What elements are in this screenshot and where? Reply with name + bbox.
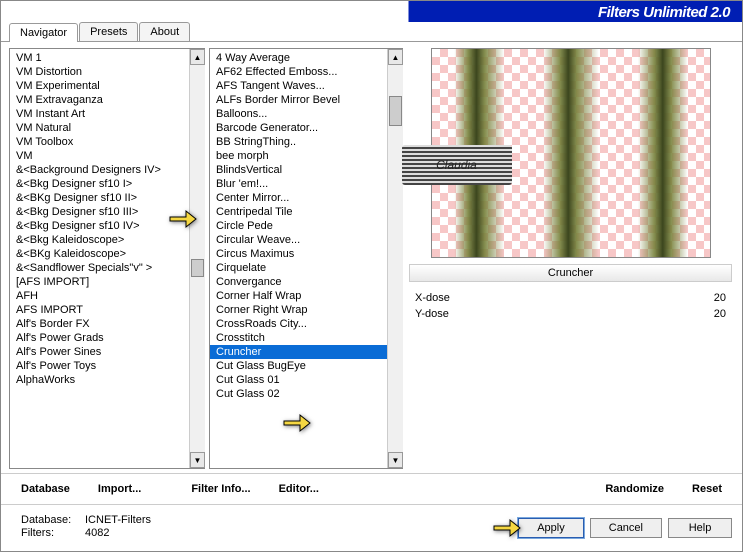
list-item[interactable]: VM 1: [10, 51, 189, 65]
list-item[interactable]: Circular Weave...: [210, 233, 387, 247]
list-item[interactable]: AFH: [10, 289, 189, 303]
list-item[interactable]: VM Toolbox: [10, 135, 189, 149]
watermark-badge: Claudia: [402, 145, 512, 185]
title-bar: Filters Unlimited 2.0: [1, 1, 742, 23]
list-item[interactable]: &<Bkg Kaleidoscope>: [10, 233, 189, 247]
list-item[interactable]: Balloons...: [210, 107, 387, 121]
param-label: Y-dose: [415, 308, 449, 320]
filter-scrollbar[interactable]: ▲ ▼: [387, 49, 403, 468]
filter-list[interactable]: 4 Way AverageAF62 Effected Emboss...AFS …: [209, 48, 403, 469]
list-item[interactable]: Alf's Power Sines: [10, 345, 189, 359]
randomize-button[interactable]: Randomize: [595, 480, 674, 498]
list-item[interactable]: Alf's Power Grads: [10, 331, 189, 345]
filter-column: 4 Way AverageAF62 Effected Emboss...AFS …: [209, 48, 403, 469]
category-scrollbar[interactable]: ▲ ▼: [189, 49, 205, 468]
toolbar-row: Database Import... Filter Info... Editor…: [1, 473, 742, 504]
parameter-panel: X-dose 20 Y-dose 20: [407, 288, 734, 324]
tab-about[interactable]: About: [139, 22, 190, 41]
list-item[interactable]: VM Natural: [10, 121, 189, 135]
list-item[interactable]: Cut Glass 02: [210, 387, 387, 401]
list-item[interactable]: Corner Half Wrap: [210, 289, 387, 303]
watermark-text: Claudia: [436, 158, 477, 172]
list-item[interactable]: VM Instant Art: [10, 107, 189, 121]
category-list[interactable]: VM 1VM DistortionVM ExperimentalVM Extra…: [9, 48, 205, 469]
tab-navigator[interactable]: Navigator: [9, 23, 78, 42]
list-item[interactable]: VM Experimental: [10, 79, 189, 93]
list-item[interactable]: Alf's Power Toys: [10, 359, 189, 373]
preview-image: Claudia: [431, 48, 711, 258]
list-item[interactable]: 4 Way Average: [210, 51, 387, 65]
list-item[interactable]: &<BKg Designer sf10 II>: [10, 191, 189, 205]
list-item[interactable]: AF62 Effected Emboss...: [210, 65, 387, 79]
status-count-label: Filters:: [21, 527, 77, 539]
list-item[interactable]: VM: [10, 149, 189, 163]
help-button[interactable]: Help: [668, 518, 732, 538]
list-item[interactable]: bee morph: [210, 149, 387, 163]
list-item[interactable]: Centripedal Tile: [210, 205, 387, 219]
list-item[interactable]: Alf's Border FX: [10, 317, 189, 331]
list-item[interactable]: &<BKg Kaleidoscope>: [10, 247, 189, 261]
database-button[interactable]: Database: [11, 480, 80, 498]
status-db-label: Database:: [21, 514, 77, 526]
list-item[interactable]: Cruncher: [210, 345, 387, 359]
list-item[interactable]: Center Mirror...: [210, 191, 387, 205]
list-item[interactable]: AlphaWorks: [10, 373, 189, 387]
apply-button[interactable]: Apply: [518, 518, 584, 538]
import-button[interactable]: Import...: [88, 480, 151, 498]
list-item[interactable]: Cut Glass 01: [210, 373, 387, 387]
list-item[interactable]: Blur 'em!...: [210, 177, 387, 191]
list-item[interactable]: CrossRoads City...: [210, 317, 387, 331]
scroll-down-icon[interactable]: ▼: [190, 452, 205, 468]
cancel-button[interactable]: Cancel: [590, 518, 662, 538]
list-item[interactable]: Barcode Generator...: [210, 121, 387, 135]
list-item[interactable]: Cirquelate: [210, 261, 387, 275]
filter-info-button[interactable]: Filter Info...: [181, 480, 260, 498]
scroll-up-icon[interactable]: ▲: [388, 49, 403, 65]
list-item[interactable]: VM Extravaganza: [10, 93, 189, 107]
dialog-window: Filters Unlimited 2.0 Navigator Presets …: [0, 0, 743, 552]
list-item[interactable]: Circus Maximus: [210, 247, 387, 261]
reset-button[interactable]: Reset: [682, 480, 732, 498]
tab-presets[interactable]: Presets: [79, 22, 138, 41]
list-item[interactable]: &<Background Designers IV>: [10, 163, 189, 177]
list-item[interactable]: &<Bkg Designer sf10 III>: [10, 205, 189, 219]
filter-name-label: Cruncher: [409, 264, 732, 282]
editor-button[interactable]: Editor...: [269, 480, 329, 498]
list-item[interactable]: Cut Glass BugEye: [210, 359, 387, 373]
param-row[interactable]: Y-dose 20: [415, 306, 726, 322]
scroll-down-icon[interactable]: ▼: [388, 452, 403, 468]
status-bar: Database: ICNET-Filters Filters: 4082: [11, 511, 161, 545]
app-title: Filters Unlimited 2.0: [598, 4, 730, 21]
status-count-value: 4082: [85, 527, 109, 539]
scroll-up-icon[interactable]: ▲: [190, 49, 205, 65]
list-item[interactable]: AFS Tangent Waves...: [210, 79, 387, 93]
list-item[interactable]: Corner Right Wrap: [210, 303, 387, 317]
param-value: 20: [714, 308, 726, 320]
list-item[interactable]: &<Sandflower Specials"v" >: [10, 261, 189, 275]
list-item[interactable]: BlindsVertical: [210, 163, 387, 177]
tab-strip: Navigator Presets About: [1, 22, 742, 42]
list-item[interactable]: AFS IMPORT: [10, 303, 189, 317]
list-item[interactable]: VM Distortion: [10, 65, 189, 79]
main-area: VM 1VM DistortionVM ExperimentalVM Extra…: [1, 42, 742, 473]
preview-column: Claudia Cruncher X-dose 20 Y-dose 20: [407, 48, 734, 469]
param-row[interactable]: X-dose 20: [415, 290, 726, 306]
list-item[interactable]: Circle Pede: [210, 219, 387, 233]
list-item[interactable]: [AFS IMPORT]: [10, 275, 189, 289]
param-value: 20: [714, 292, 726, 304]
list-item[interactable]: &<Bkg Designer sf10 IV>: [10, 219, 189, 233]
param-label: X-dose: [415, 292, 450, 304]
status-db-value: ICNET-Filters: [85, 514, 151, 526]
category-column: VM 1VM DistortionVM ExperimentalVM Extra…: [9, 48, 205, 469]
list-item[interactable]: ALFs Border Mirror Bevel: [210, 93, 387, 107]
action-row: Database: ICNET-Filters Filters: 4082 Ap…: [1, 504, 742, 551]
list-item[interactable]: Crosstitch: [210, 331, 387, 345]
list-item[interactable]: Convergance: [210, 275, 387, 289]
list-item[interactable]: &<Bkg Designer sf10 I>: [10, 177, 189, 191]
list-item[interactable]: BB StringThing..: [210, 135, 387, 149]
